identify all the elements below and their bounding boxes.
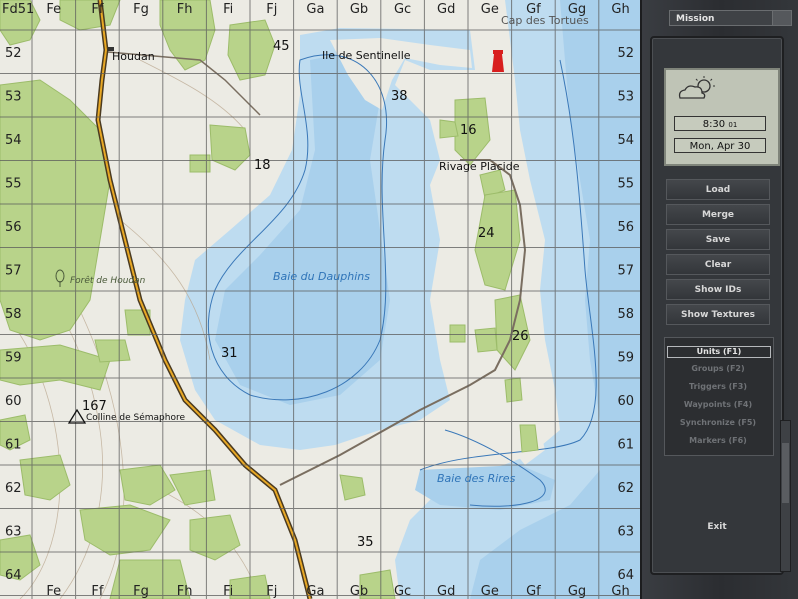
place-cap-tortues: Cap des Tortues xyxy=(501,14,589,27)
grid-column-label-bottom: Gd xyxy=(437,584,455,599)
grid-row-label-left: 57 xyxy=(5,263,22,278)
mode-markers[interactable]: Markers (F6) xyxy=(667,434,769,448)
grid-row-label-left: 59 xyxy=(5,350,22,365)
grid-column-label-bottom: Fh xyxy=(177,584,193,599)
place-ile-sentinelle: Ile de Sentinelle xyxy=(322,49,411,62)
height-label: 24 xyxy=(478,226,495,241)
height-label: 167 xyxy=(82,399,107,414)
grid-column-label-bottom: Fj xyxy=(266,584,277,599)
grid-column-label-top: Ga xyxy=(306,2,324,17)
grid-row-label-right: 61 xyxy=(617,437,634,452)
mission-time[interactable]: 8:30 01 xyxy=(674,116,766,131)
grid-row-label-right: 60 xyxy=(617,394,634,409)
clear-button[interactable]: Clear xyxy=(666,254,770,275)
mode-waypoints[interactable]: Waypoints (F4) xyxy=(667,398,769,412)
grid-column-label-bottom: Gb xyxy=(350,584,368,599)
scrollbar-thumb[interactable] xyxy=(782,443,789,503)
grid-column-label-top: Ff xyxy=(91,2,103,17)
mission-time-value: 8:30 xyxy=(702,119,726,130)
grid-row-label-left: 56 xyxy=(5,220,22,235)
height-label: 35 xyxy=(357,535,374,550)
grid-column-label-top: Fe xyxy=(46,2,61,17)
tab-toggle-button[interactable] xyxy=(772,10,792,26)
grid-column-label-bottom: Ff xyxy=(91,584,103,599)
mode-synchronize[interactable]: Synchronize (F5) xyxy=(667,416,769,430)
grid-column-label-top: Gc xyxy=(394,2,411,17)
grid-row-label-left: 52 xyxy=(5,46,22,61)
mission-time-suffix: 01 xyxy=(728,121,738,129)
grid-column-label-top: Fi xyxy=(223,2,233,17)
show-ids-button[interactable]: Show IDs xyxy=(666,279,770,300)
grid-column-label-bottom: Fi xyxy=(223,584,233,599)
grid-row-label-right: 55 xyxy=(617,176,634,191)
grid-corner-label: Fd51 xyxy=(2,2,34,17)
place-houdan: Houdan xyxy=(112,50,155,63)
height-label: 38 xyxy=(391,89,408,104)
grid-column-label-top: Fh xyxy=(177,2,193,17)
grid-column-label-top: Gd xyxy=(437,2,455,17)
grid-row-label-right: 53 xyxy=(617,89,634,104)
grid-row-label-right: 54 xyxy=(617,133,634,148)
mode-units[interactable]: Units (F1) xyxy=(667,346,771,358)
grid-column-label-bottom: Gg xyxy=(568,584,586,599)
grid-column-label-bottom: Fe xyxy=(46,584,61,599)
grid-column-label-top: Gh xyxy=(611,2,629,17)
grid-column-label-top: Gb xyxy=(350,2,368,17)
mission-info-display: 8:30 01 Mon, Apr 30 xyxy=(664,68,780,166)
mission-tab[interactable]: Mission xyxy=(669,10,773,26)
grid-row-label-left: 58 xyxy=(5,307,22,322)
height-label: 16 xyxy=(460,123,477,138)
grid-row-label-left: 61 xyxy=(5,437,22,452)
height-label: 31 xyxy=(221,346,238,361)
place-rivage-placide: Rivage Placide xyxy=(439,160,520,173)
height-label: 45 xyxy=(273,39,290,54)
editor-panel: Mission 8:30 01 Mon, Apr 30 Load Merge S… xyxy=(640,0,798,599)
map-view[interactable]: Fe Fe Ff Ff Fg Fg Fh Fh Fi Fi Fj Fj Ga Ga Gb Gb Gc Gc Gd Gd… xyxy=(0,0,640,599)
grid-row-label-right: 63 xyxy=(617,524,634,539)
partly-cloudy-icon[interactable] xyxy=(672,74,722,104)
load-button[interactable]: Load xyxy=(666,179,770,200)
grid-row-label-left: 64 xyxy=(5,568,22,583)
save-button[interactable]: Save xyxy=(666,229,770,250)
grid-row-label-right: 52 xyxy=(617,46,634,61)
mode-triggers[interactable]: Triggers (F3) xyxy=(667,380,769,394)
panel-scrollbar[interactable] xyxy=(780,420,791,572)
editor-mode-list: Units (F1) Groups (F2) Triggers (F3) Way… xyxy=(664,337,774,456)
grid-row-label-right: 62 xyxy=(617,481,634,496)
mode-groups[interactable]: Groups (F2) xyxy=(667,362,769,376)
grid-row-label-right: 64 xyxy=(617,568,634,583)
grid-row-label-right: 56 xyxy=(617,220,634,235)
place-foret: Forêt de Houdan xyxy=(70,275,146,286)
grid-column-label-bottom: Ga xyxy=(306,584,324,599)
water-baie-dauphins: Baie du Dauphins xyxy=(273,270,370,283)
grid-column-label-top: Ge xyxy=(481,2,499,17)
map-canvas[interactable]: Fe Fe Ff Ff Fg Fg Fh Fh Fi Fi Fj Fj Ga Ga Gb Gb Gc Gc Gd Gd… xyxy=(0,0,640,599)
show-textures-button[interactable]: Show Textures xyxy=(666,304,770,325)
grid-row-label-left: 54 xyxy=(5,133,22,148)
water-baie-rires: Baie des Rires xyxy=(437,472,516,485)
grid-row-label-left: 62 xyxy=(5,481,22,496)
exit-button[interactable]: Exit xyxy=(682,519,752,535)
grid-column-label-bottom: Ge xyxy=(481,584,499,599)
mission-date[interactable]: Mon, Apr 30 xyxy=(674,138,766,153)
lighthouse-icon xyxy=(492,50,504,72)
grid-row-label-left: 60 xyxy=(5,394,22,409)
grid-column-label-top: Fj xyxy=(266,2,277,17)
grid-column-label-top: Fg xyxy=(133,2,149,17)
merge-button[interactable]: Merge xyxy=(666,204,770,225)
height-label: 26 xyxy=(512,329,529,344)
grid-column-label-bottom: Gc xyxy=(394,584,411,599)
grid-row-label-right: 57 xyxy=(617,263,634,278)
grid-row-label-right: 58 xyxy=(617,307,634,322)
grid-row-label-right: 59 xyxy=(617,350,634,365)
grid-column-label-bottom: Gf xyxy=(526,584,541,599)
grid-row-label-left: 63 xyxy=(5,524,22,539)
grid-column-label-bottom: Fg xyxy=(133,584,149,599)
grid-row-label-left: 55 xyxy=(5,176,22,191)
grid-row-label-left: 53 xyxy=(5,89,22,104)
grid-column-label-bottom: Gh xyxy=(611,584,629,599)
height-label: 18 xyxy=(254,158,271,173)
